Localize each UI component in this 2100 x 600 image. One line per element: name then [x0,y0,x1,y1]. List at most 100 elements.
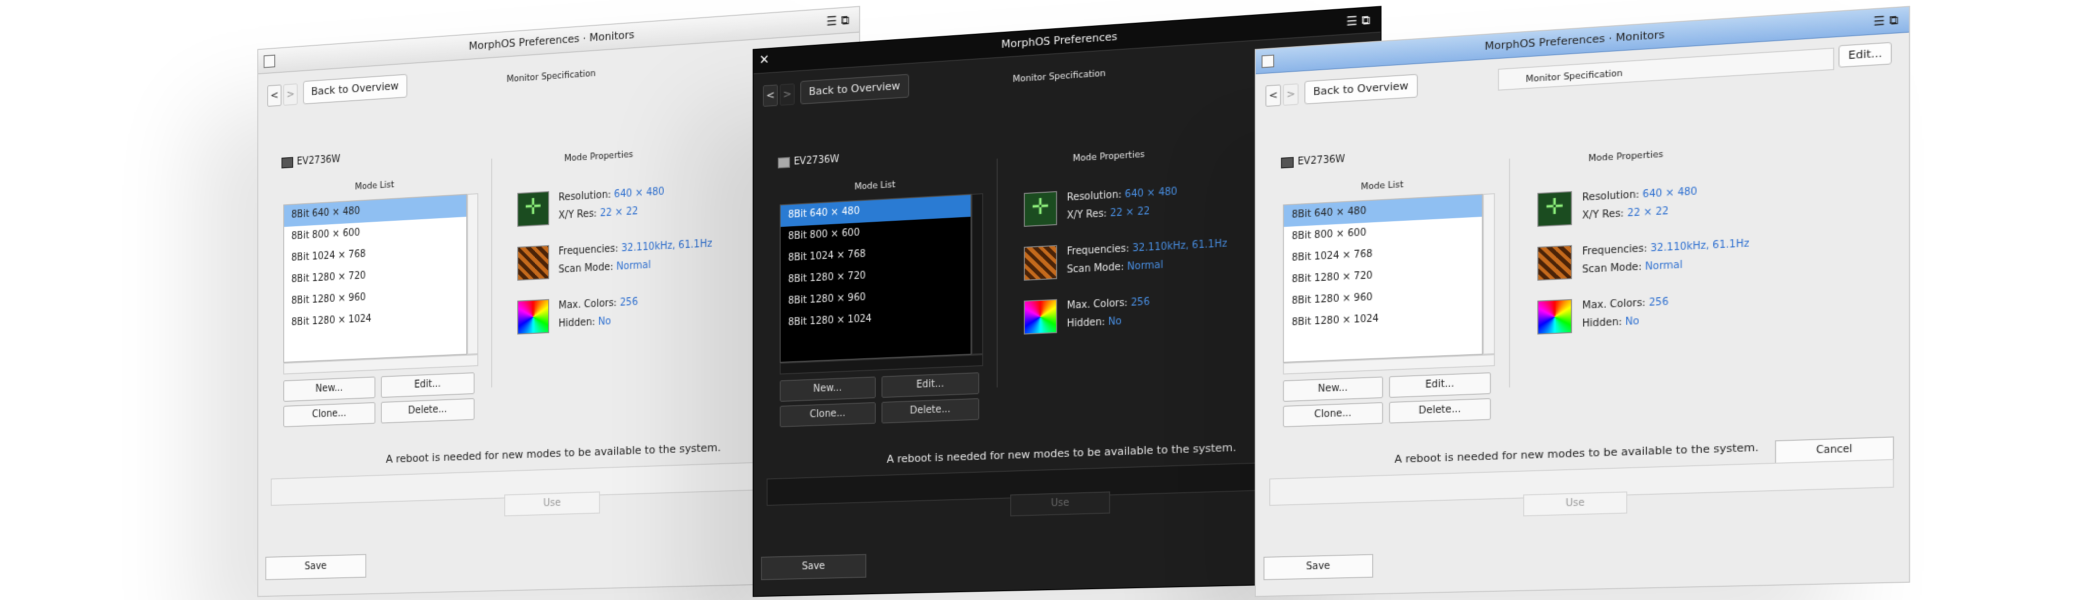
clone-button[interactable]: Clone... [779,402,876,428]
panel-divider [996,158,998,388]
edit-button[interactable]: Edit... [881,372,980,398]
window-title: MorphOS Preferences [1001,30,1118,51]
save-button[interactable]: Save [761,554,867,581]
xy-res-value: 22 × 22 [1627,206,1669,220]
colors-property: Max. Colors: 256 Hidden: No [1537,285,1891,345]
scan-mode-label: Scan Mode: [1582,261,1642,276]
edit-spec-button[interactable]: Edit... [1838,41,1892,68]
max-colors-value: 256 [1130,296,1150,309]
mode-list[interactable]: 8Bit 640 × 480 8Bit 800 × 600 8Bit 1024 … [779,193,972,363]
monitor-icon [281,156,294,169]
mode-list[interactable]: 8Bit 640 × 480 8Bit 800 × 600 8Bit 1024 … [283,193,468,363]
frequencies-value: 32.110kHz, 61.1Hz [1650,238,1750,255]
checker-pattern-icon [517,245,550,281]
scan-mode-label: Scan Mode: [558,261,614,276]
scan-mode-value: Normal [616,259,651,273]
move-arrows-icon [517,191,550,227]
max-colors-label: Max. Colors: [1582,297,1646,312]
window-title: MorphOS Preferences · Monitors [468,28,635,53]
save-button[interactable]: Save [1263,554,1374,581]
panel-divider [1509,158,1511,388]
mode-properties-label: Mode Properties [564,150,634,165]
panel-divider [491,158,493,388]
clone-button[interactable]: Clone... [283,402,376,428]
monitor-name: EV2736W [296,154,341,168]
main-content: EV2736W Mode List 8Bit 640 × 480 8Bit 80… [1269,115,1894,428]
window-controls-icon[interactable]: ☰⧉ [826,7,853,33]
xy-res-value: 22 × 22 [599,206,639,220]
mode-properties-label: Mode Properties [1072,150,1145,165]
window-controls-icon[interactable]: ☰⧉ [1346,7,1374,33]
close-icon[interactable]: ✕ [759,53,769,68]
prefs-window-active: MorphOS Preferences · Monitors ☰⧉ < > Ba… [1254,5,1911,597]
new-button[interactable]: New... [1282,376,1384,402]
vertical-scrollbar[interactable] [467,193,479,355]
mode-list[interactable]: 8Bit 640 × 480 8Bit 800 × 600 8Bit 1024 … [1282,193,1483,363]
resolution-value: 640 × 480 [1642,186,1698,201]
vertical-scrollbar[interactable] [1482,193,1495,355]
hidden-value: No [1108,316,1122,328]
frequencies-value: 32.110kHz, 61.1Hz [1132,238,1228,255]
delete-button[interactable]: Delete... [1389,398,1491,424]
new-button[interactable]: New... [779,376,876,402]
monitor-icon [1280,156,1294,169]
frequencies-label: Frequencies: [1582,243,1648,258]
frequency-property: Frequencies: 32.110kHz, 61.1Hz Scan Mode… [1537,229,1891,290]
xy-res-label: X/Y Res: [558,208,597,222]
monitor-name: EV2736W [1297,154,1346,168]
frequencies-label: Frequencies: [1066,243,1130,258]
edit-button[interactable]: Edit... [1389,372,1491,398]
clone-button[interactable]: Clone... [1282,402,1384,428]
vertical-scrollbar[interactable] [971,193,984,355]
hidden-label: Hidden: [558,316,596,330]
xy-res-label: X/Y Res: [1582,208,1624,222]
monitor-header: EV2736W [281,154,341,169]
new-button[interactable]: New... [283,376,376,402]
frequencies-label: Frequencies: [558,243,619,258]
save-button[interactable]: Save [265,554,367,581]
edit-button[interactable]: Edit... [380,372,475,398]
xy-res-label: X/Y Res: [1066,208,1107,222]
hidden-value: No [598,316,612,328]
move-arrows-icon [1537,191,1572,227]
move-arrows-icon [1023,191,1058,227]
resolution-label: Resolution: [1066,189,1122,204]
color-wheel-icon [1023,299,1058,335]
delete-button[interactable]: Delete... [881,398,980,424]
screenshot-stage: MorphOS Preferences · Monitors ☰⧉ < > Ba… [0,0,2100,600]
window-title: MorphOS Preferences · Monitors [1484,28,1665,53]
resolution-label: Resolution: [558,189,612,204]
max-colors-label: Max. Colors: [558,297,617,312]
max-colors-value: 256 [619,296,638,309]
resolution-label: Resolution: [1582,189,1640,204]
frequencies-value: 32.110kHz, 61.1Hz [621,238,713,255]
scan-mode-value: Normal [1127,259,1164,273]
mode-properties-label: Mode Properties [1588,150,1664,165]
resolution-value: 640 × 480 [1124,186,1178,201]
use-button[interactable]: Use [1010,491,1111,517]
monitor-icon [777,156,790,169]
checker-pattern-icon [1537,245,1572,281]
max-colors-label: Max. Colors: [1066,297,1128,312]
hidden-label: Hidden: [1582,316,1622,330]
close-icon[interactable] [263,54,276,69]
scan-mode-label: Scan Mode: [1066,261,1125,276]
color-wheel-icon [517,299,550,335]
window-controls-icon[interactable]: ☰⧉ [1873,7,1902,33]
xy-res-value: 22 × 22 [1110,206,1150,220]
resolution-value: 640 × 480 [614,186,665,201]
hidden-value: No [1625,316,1640,328]
scan-mode-value: Normal [1645,259,1683,273]
checker-pattern-icon [1023,245,1058,281]
monitor-header: EV2736W [1280,154,1346,169]
use-button[interactable]: Use [1523,491,1628,517]
monitor-name: EV2736W [793,154,840,168]
delete-button[interactable]: Delete... [380,398,475,424]
use-button[interactable]: Use [504,491,600,517]
monitor-header: EV2736W [777,154,840,169]
resolution-property: Resolution: 640 × 480 X/Y Res: 22 × 22 [1537,174,1891,237]
max-colors-value: 256 [1648,296,1669,309]
hidden-label: Hidden: [1066,316,1106,330]
close-icon[interactable] [1261,54,1275,69]
color-wheel-icon [1537,299,1572,335]
